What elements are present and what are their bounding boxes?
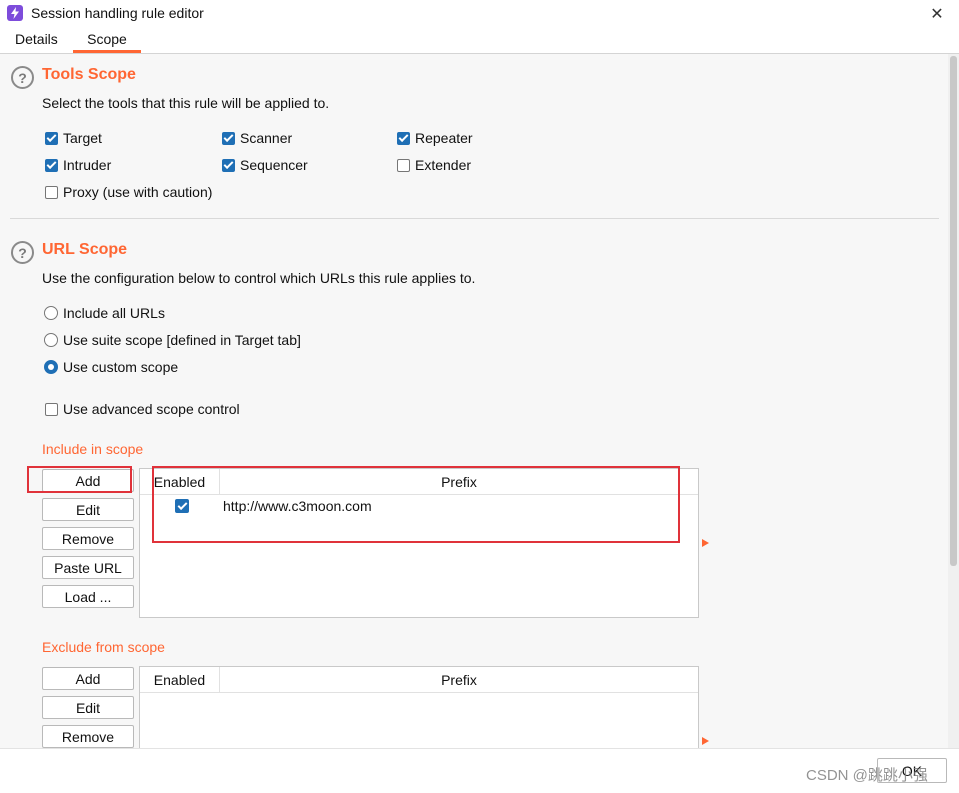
include-in-scope-title: Include in scope — [42, 441, 144, 457]
checkbox-target[interactable]: Target — [45, 130, 102, 146]
radio-label: Use custom scope — [63, 359, 179, 375]
checkbox-box[interactable] — [45, 131, 58, 145]
column-header-prefix[interactable]: Prefix — [220, 469, 698, 495]
checkbox-box[interactable] — [397, 158, 410, 172]
scrollbar-thumb[interactable] — [950, 56, 957, 566]
close-icon: ✕ — [930, 6, 944, 23]
checkbox-label: Use advanced scope control — [63, 401, 240, 417]
checkbox-repeater[interactable]: Repeater — [397, 130, 473, 146]
tab-details[interactable]: Details — [13, 31, 60, 53]
include-remove-button[interactable]: Remove — [42, 527, 134, 550]
help-icon[interactable]: ? — [11, 66, 34, 89]
checkbox-label: Extender — [415, 157, 472, 173]
checkbox-box[interactable] — [45, 185, 58, 199]
exclude-table[interactable]: Enabled Prefix — [139, 666, 699, 748]
watermark: CSDN @跳跳小强 — [806, 767, 928, 784]
tab-scope[interactable]: Scope — [73, 31, 141, 53]
exclude-remove-button[interactable]: Remove — [42, 725, 134, 748]
exclude-add-button[interactable]: Add — [42, 667, 134, 690]
column-header-enabled[interactable]: Enabled — [140, 469, 220, 495]
include-edit-button[interactable]: Edit — [42, 498, 134, 521]
window-title: Session handling rule editor — [31, 5, 204, 21]
radio-label: Include all URLs — [63, 305, 165, 321]
exclude-from-scope-title: Exclude from scope — [42, 639, 165, 655]
checkbox-advanced-scope[interactable]: Use advanced scope control — [45, 401, 240, 417]
row-prefix: http://www.c3moon.com — [223, 498, 372, 514]
row-enabled-checkbox[interactable] — [175, 499, 189, 513]
checkbox-sequencer[interactable]: Sequencer — [222, 157, 308, 173]
checkbox-intruder[interactable]: Intruder — [45, 157, 111, 173]
radio-use-custom-scope[interactable]: Use custom scope — [44, 359, 178, 375]
radio-button[interactable] — [44, 333, 58, 347]
expand-arrow-icon[interactable] — [702, 737, 709, 745]
checkbox-scanner[interactable]: Scanner — [222, 130, 292, 146]
column-header-prefix[interactable]: Prefix — [220, 667, 698, 693]
checkbox-box[interactable] — [397, 131, 410, 145]
checkbox-box[interactable] — [45, 402, 58, 416]
checkbox-label: Proxy (use with caution) — [63, 184, 213, 200]
url-scope-description: Use the configuration below to control w… — [42, 270, 476, 286]
radio-use-suite-scope[interactable]: Use suite scope [defined in Target tab] — [44, 332, 301, 348]
checkbox-extender[interactable]: Extender — [397, 157, 471, 173]
close-button[interactable]: ✕ — [925, 3, 949, 25]
help-icon[interactable]: ? — [11, 241, 34, 264]
include-load-button[interactable]: Load ... — [42, 585, 134, 608]
checkbox-label: Target — [63, 130, 102, 146]
checkbox-label: Repeater — [415, 130, 473, 146]
include-table[interactable]: Enabled Prefix http://www.c3moon.com — [139, 468, 699, 618]
checkbox-box[interactable] — [222, 158, 235, 172]
url-scope-title: URL Scope — [42, 241, 128, 258]
checkbox-label: Sequencer — [240, 157, 308, 173]
checkbox-label: Intruder — [63, 157, 112, 173]
exclude-edit-button[interactable]: Edit — [42, 696, 134, 719]
radio-label: Use suite scope [defined in Target tab] — [63, 332, 301, 348]
radio-include-all-urls[interactable]: Include all URLs — [44, 305, 165, 321]
checkbox-proxy[interactable]: Proxy (use with caution) — [45, 184, 212, 200]
radio-button[interactable] — [44, 360, 58, 374]
radio-button[interactable] — [44, 306, 58, 320]
include-paste-url-button[interactable]: Paste URL — [42, 556, 134, 579]
table-header: Enabled Prefix — [140, 667, 698, 693]
table-row[interactable]: http://www.c3moon.com — [140, 496, 698, 518]
checkbox-box[interactable] — [222, 131, 235, 145]
tools-scope-description: Select the tools that this rule will be … — [42, 95, 330, 111]
section-divider — [10, 218, 939, 219]
include-add-button[interactable]: Add — [42, 469, 134, 492]
table-header: Enabled Prefix — [140, 469, 698, 495]
column-header-enabled[interactable]: Enabled — [140, 667, 220, 693]
lightning-bolt-icon — [7, 5, 23, 21]
checkbox-box[interactable] — [45, 158, 58, 172]
checkbox-label: Scanner — [240, 130, 293, 146]
expand-arrow-icon[interactable] — [702, 539, 709, 547]
tools-scope-title: Tools Scope — [42, 66, 136, 83]
